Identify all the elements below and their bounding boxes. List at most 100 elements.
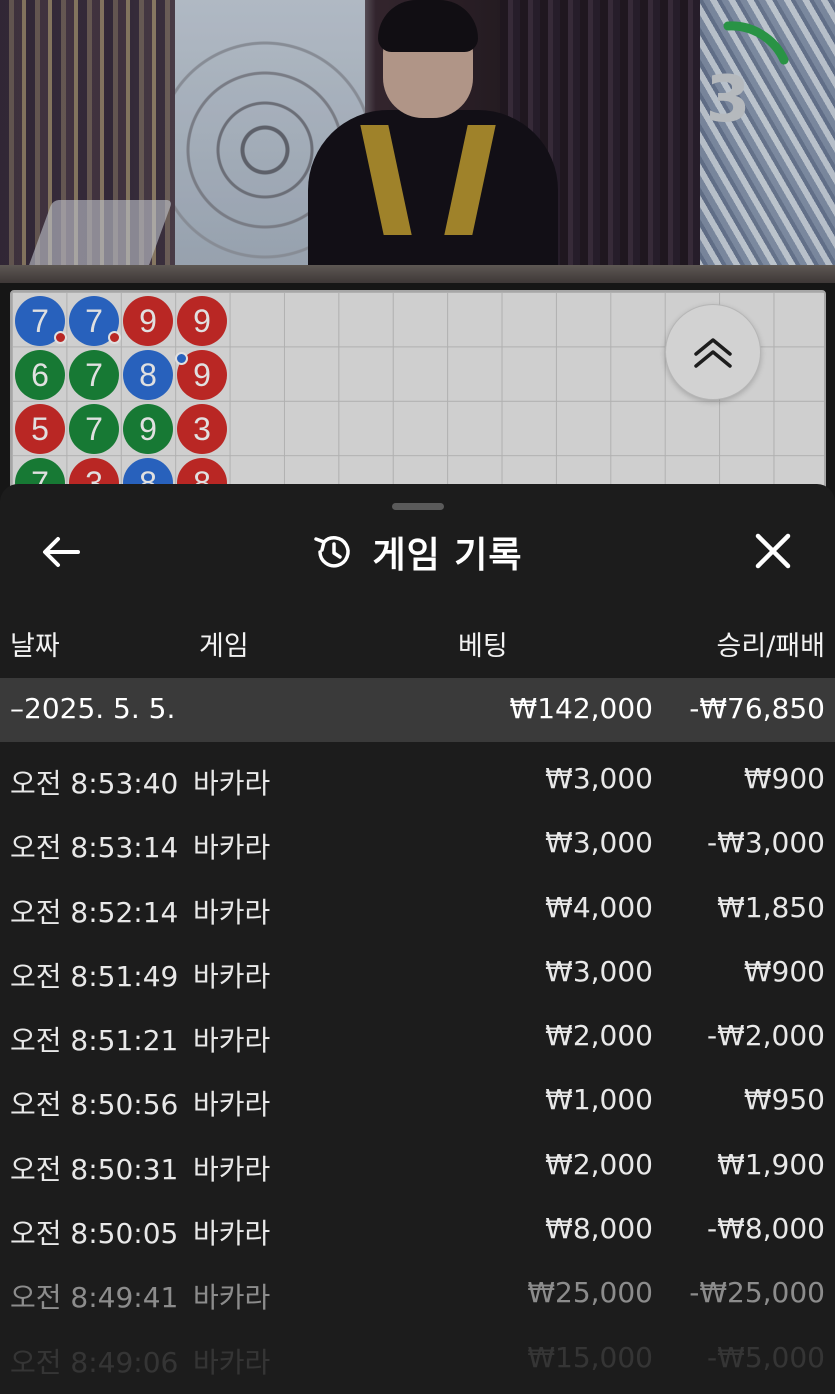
bead-road-grid: 7799678957937388 [15,296,231,488]
bead-number: 3 [193,410,211,447]
row-time: 오전 8:50:56 [10,1088,179,1122]
history-row[interactable]: 오전 8:53:14 바카라 ₩3,000 -₩3,000 [0,810,835,874]
column-header-date: 날짜 [10,631,60,662]
bead-number: 9 [193,356,211,393]
row-bet: ₩25,000 [527,1276,653,1310]
bead-number: 6 [31,356,49,393]
row-win-loss: ₩1,900 [717,1147,825,1181]
row-game: 바카라 [193,1217,271,1251]
row-time: 오전 8:50:31 [10,1152,179,1186]
history-row[interactable]: 오전 8:51:21 바카라 ₩2,000 -₩2,000 [0,1003,835,1067]
row-game: 바카라 [193,1281,271,1315]
summary-win-loss-total: -₩76,850 [689,692,825,725]
row-win-loss: -₩25,000 [689,1276,825,1310]
row-game: 바카라 [193,1024,271,1058]
row-time: 오전 8:51:21 [10,1024,179,1058]
bead-number: 9 [139,302,157,339]
row-time: 오전 8:53:14 [10,831,179,865]
dealer-hair [378,0,478,52]
row-game: 바카라 [193,1152,271,1186]
countdown-number: 3 [705,63,751,137]
row-bet: ₩15,000 [527,1340,653,1374]
row-bet: ₩3,000 [545,826,653,860]
row-time: 오전 8:53:40 [10,767,179,800]
date-summary-row[interactable]: –2025. 5. 5. ₩142,000 -₩76,850 [0,678,835,742]
summary-date: –2025. 5. 5. [10,692,176,725]
bead-blue: 7 [69,296,121,346]
row-win-loss: -₩5,000 [707,1340,825,1374]
history-list[interactable]: 오전 8:53:40 바카라 ₩3,000 ₩900 오전 8:53:14 바카… [0,746,835,1389]
row-bet: ₩2,000 [545,1147,653,1181]
bead-number: 7 [85,410,103,447]
betting-countdown: 3 [690,18,790,138]
bead-number: 8 [139,356,157,393]
expand-scoreboard-button[interactable] [665,304,761,400]
row-game: 바카라 [193,1345,271,1379]
row-win-loss: ₩900 [743,762,825,795]
row-bet: ₩3,000 [545,762,653,795]
bead-red: 9 [177,296,227,346]
bead-number: 7 [85,356,103,393]
red-pair-dot [108,331,121,344]
sheet-title: 게임 기록 [372,535,523,576]
history-row[interactable]: 오전 8:51:49 바카라 ₩3,000 ₩900 [0,939,835,1003]
bead-red: 9 [123,296,173,346]
row-game: 바카라 [193,959,271,993]
row-win-loss: -₩2,000 [707,1019,825,1053]
dealer-body [308,110,558,283]
row-game: 바카라 [193,895,271,929]
row-game: 바카라 [193,767,271,800]
double-chevron-up-icon [694,338,732,368]
row-win-loss: ₩900 [743,954,825,988]
sheet-header: 게임 기록 [0,522,835,582]
bead-road-scoreboard[interactable]: 7799678957937388 [10,290,826,490]
row-time: 오전 8:52:14 [10,895,179,929]
history-row[interactable]: 오전 8:52:14 바카라 ₩4,000 ₩1,850 [0,875,835,939]
bead-blue: 7 [15,296,67,346]
bead-red: 9 [175,350,227,400]
sheet-drag-handle[interactable] [392,503,444,510]
row-win-loss: ₩1,850 [717,890,825,924]
red-pair-dot [54,331,67,344]
column-header-bet: 베팅 [458,631,508,662]
blue-pair-dot [175,352,188,365]
history-row[interactable]: 오전 8:49:06 바카라 ₩15,000 -₩5,000 [0,1325,835,1389]
row-time: 오전 8:49:41 [10,1281,179,1315]
bead-red: 5 [15,404,65,454]
bead-red: 3 [177,404,227,454]
bead-green: 7 [69,350,119,400]
card-shoe [27,200,173,270]
history-row[interactable]: 오전 8:50:31 바카라 ₩2,000 ₩1,900 [0,1132,835,1196]
row-time: 오전 8:50:05 [10,1217,179,1251]
history-row[interactable]: 오전 8:50:05 바카라 ₩8,000 -₩8,000 [0,1196,835,1260]
history-row[interactable]: 오전 8:50:56 바카라 ₩1,000 ₩950 [0,1067,835,1131]
bead-number: 7 [31,302,49,339]
bead-number: 7 [85,302,103,339]
bead-number: 9 [139,410,157,447]
history-row[interactable]: 오전 8:53:40 바카라 ₩3,000 ₩900 [0,746,835,810]
bead-green: 7 [69,404,119,454]
game-history-sheet: 게임 기록 날짜 게임 베팅 승리/패배 –2025. 5. 5. ₩142,0… [0,484,835,1394]
bead-number: 5 [31,410,49,447]
row-time: 오전 8:49:06 [10,1345,179,1379]
row-win-loss: ₩950 [743,1083,825,1117]
row-bet: ₩4,000 [545,890,653,924]
bead-green: 9 [123,404,173,454]
row-game: 바카라 [193,831,271,865]
history-row[interactable]: 오전 8:49:41 바카라 ₩25,000 -₩25,000 [0,1260,835,1324]
row-bet: ₩8,000 [545,1212,653,1246]
row-bet: ₩2,000 [545,1019,653,1053]
row-time: 오전 8:51:49 [10,959,179,993]
close-button[interactable] [750,532,796,572]
live-dealer-video: 3 [0,0,835,283]
row-bet: ₩3,000 [545,954,653,988]
bead-green: 6 [15,350,65,400]
row-bet: ₩1,000 [545,1083,653,1117]
row-win-loss: -₩8,000 [707,1212,825,1246]
column-header-win-loss: 승리/패배 [716,631,825,662]
row-game: 바카라 [193,1088,271,1122]
table-edge [0,265,835,283]
column-header-game: 게임 [199,631,249,662]
bead-blue: 8 [123,350,173,400]
bead-number: 9 [193,302,211,339]
